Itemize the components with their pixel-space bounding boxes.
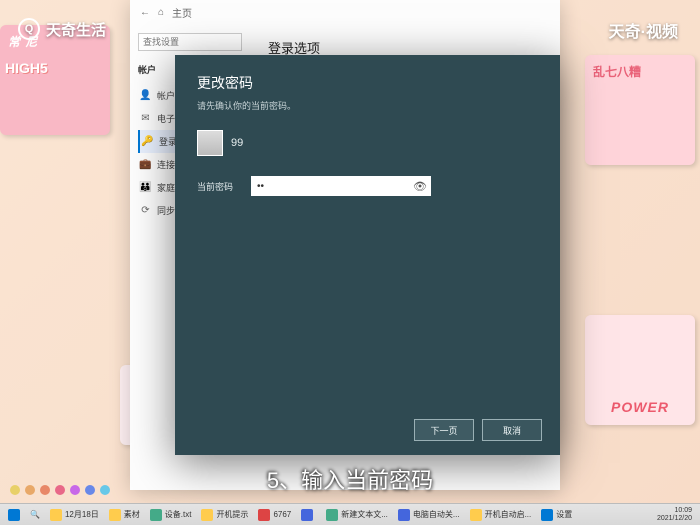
username-label: 99 [231,137,243,149]
taskbar-item-8[interactable]: 开机自动启... [466,507,536,523]
avatar [197,130,223,156]
settings-titlebar: ← ⌂ 主页 [130,0,560,24]
taskbar-item-6[interactable]: 新建文本文... [322,507,392,523]
sidebar-icon: 👤 [140,90,151,101]
dock-dot [70,485,80,495]
sidebar-icon: ⟳ [140,205,151,216]
video-caption: 5、输入当前密码 [267,463,433,495]
modal-user-row: 99 [197,130,538,156]
sidebar-icon: 💼 [140,159,151,170]
start-button[interactable] [4,507,24,523]
desktop-sticky-2: 乱七八糟 [585,55,695,165]
taskbar-item-1[interactable]: 素材 [105,507,144,523]
current-password-input[interactable] [251,176,431,196]
home-icon[interactable]: ⌂ [158,7,164,18]
taskbar-item-4[interactable]: 6767 [254,507,295,523]
dock-dot [10,485,20,495]
desktop-dock-dots [10,485,110,495]
settings-home-label: 主页 [172,5,192,20]
sidebar-icon: 🔑 [142,136,153,147]
next-button[interactable]: 下一页 [414,419,474,441]
taskbar[interactable]: 🔍 12月18日素材设备.txt开机提示6767 新建文本文...电脑自动关...… [0,503,700,525]
watermark-logo-icon: Q [18,18,40,40]
taskbar-item-0[interactable]: 12月18日 [46,507,103,523]
cancel-button[interactable]: 取消 [482,419,542,441]
change-password-modal: 更改密码 请先确认你的当前密码。 99 当前密码 👁 下一页 取消 [175,55,560,455]
current-password-label: 当前密码 [197,180,237,193]
modal-subtitle: 请先确认你的当前密码。 [197,99,538,112]
taskbar-item-9[interactable]: 设置 [537,507,576,523]
dock-dot [55,485,65,495]
taskbar-item-5[interactable] [297,507,320,523]
dock-dot [40,485,50,495]
watermark-top-left: Q 天奇生活 [18,18,106,40]
dock-dot [100,485,110,495]
sidebar-icon: ✉ [140,113,151,124]
watermark-top-right: 天奇·视频 [609,18,678,42]
back-icon[interactable]: ← [140,7,150,18]
desktop-sticky-3: POWER [585,315,695,425]
desktop-sticky-1: 常 尼 [0,25,110,135]
desktop-high5-text: HIGH5 [5,60,48,76]
dock-dot [25,485,35,495]
reveal-password-icon[interactable]: 👁 [413,179,427,193]
settings-search-input[interactable] [138,33,242,51]
search-taskbar-icon[interactable]: 🔍 [26,508,44,521]
taskbar-clock[interactable]: 10:09 2021/12/20 [657,507,696,522]
password-field-row: 当前密码 👁 [197,176,538,196]
modal-title: 更改密码 [197,73,538,93]
taskbar-item-3[interactable]: 开机提示 [197,507,252,523]
dock-dot [85,485,95,495]
taskbar-item-2[interactable]: 设备.txt [146,507,196,523]
sidebar-icon: 👪 [140,182,151,193]
taskbar-item-7[interactable]: 电脑自动关... [394,507,464,523]
